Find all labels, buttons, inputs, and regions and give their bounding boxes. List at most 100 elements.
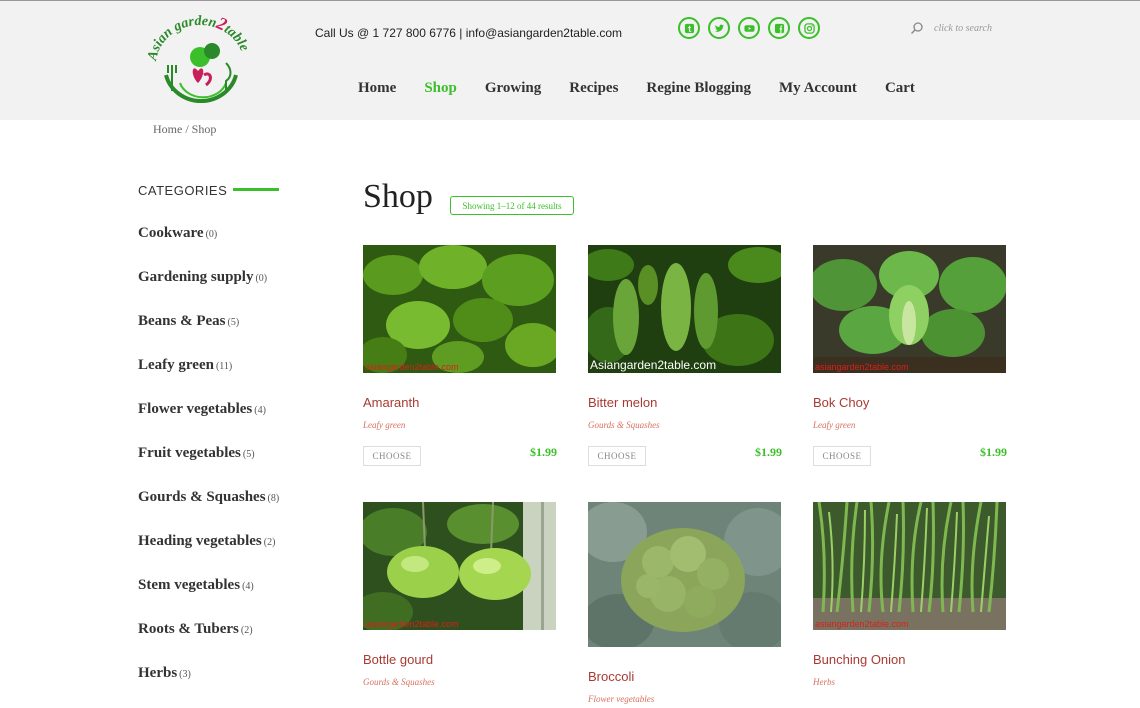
nav-recipes[interactable]: Recipes	[569, 80, 618, 97]
nav-my-account[interactable]: My Account	[779, 80, 857, 97]
category-count: (3)	[179, 669, 191, 680]
amaranth-photo	[363, 245, 556, 373]
search-icon[interactable]	[910, 21, 924, 35]
nav-home[interactable]: Home	[358, 80, 396, 97]
category-item: Heading vegetables (2)	[138, 532, 279, 576]
category-count: (4)	[254, 405, 266, 416]
youtube-button[interactable]	[738, 17, 760, 39]
product-card: Asiangarden2table.com Bitter melon Gourd…	[588, 245, 782, 475]
image-watermark: asiangarden2table.com	[365, 619, 459, 629]
image-watermark: asiangarden2table.com	[815, 362, 909, 372]
choose-button[interactable]: CHOOSE	[363, 446, 421, 466]
bitter-melon-photo	[588, 245, 781, 373]
category-link[interactable]: Stem vegetables	[138, 577, 240, 593]
category-link[interactable]: Herbs	[138, 665, 177, 681]
youtube-icon	[743, 24, 755, 32]
category-link[interactable]: Leafy green	[138, 357, 214, 373]
nav-regine-blogging[interactable]: Regine Blogging	[646, 80, 751, 97]
category-item: Flower vegetables (4)	[138, 400, 279, 444]
site-header: Asian garden2table Call Us @ 1 727 800 6…	[0, 1, 1140, 120]
search-input[interactable]	[934, 22, 1014, 34]
category-count: (2)	[263, 537, 276, 548]
category-link[interactable]: Gardening supply	[138, 269, 253, 285]
breadcrumb: Home / Shop	[153, 122, 216, 137]
facebook-button[interactable]	[768, 17, 790, 39]
bunching-onion-photo	[813, 502, 1006, 630]
nav-growing[interactable]: Growing	[485, 80, 541, 97]
category-list: Cookware (0) Gardening supply (0) Beans & …	[138, 224, 279, 708]
product-category: Flower vegetables	[588, 694, 655, 704]
category-link[interactable]: Heading vegetables	[138, 533, 262, 549]
instagram-icon	[803, 22, 815, 34]
category-count: (5)	[242, 449, 255, 460]
category-item: Leafy green (11)	[138, 356, 279, 400]
result-count: Showing 1–12 of 44 results	[450, 196, 574, 215]
facebook-icon	[774, 23, 784, 33]
nav-shop[interactable]: Shop	[424, 80, 457, 97]
product-image[interactable]: asiangarden2table.com	[363, 245, 556, 373]
product-category: Gourds & Squashes	[363, 677, 435, 687]
product-price: $1.99	[755, 445, 782, 459]
tumblr-button[interactable]	[678, 17, 700, 39]
product-name[interactable]: Bitter melon	[588, 395, 657, 410]
product-name[interactable]: Bottle gourd	[363, 652, 433, 667]
category-link[interactable]: Roots & Tubers	[138, 621, 239, 637]
twitter-button[interactable]	[708, 17, 730, 39]
site-logo[interactable]: Asian garden2table	[140, 12, 256, 109]
product-image[interactable]	[588, 502, 781, 647]
image-watermark: asiangarden2table.com	[365, 362, 459, 372]
social-links	[678, 17, 820, 39]
image-watermark: asiangarden2table.com	[815, 619, 909, 629]
product-card: asiangarden2table.com Bunching Onion Her…	[813, 502, 1007, 702]
category-count: (0)	[205, 229, 218, 240]
category-item: Gourds & Squashes (8)	[138, 488, 279, 532]
nav-cart[interactable]: Cart	[885, 80, 915, 97]
product-card: asiangarden2table.com Bottle gourd Gourd…	[363, 502, 557, 702]
category-item: Roots & Tubers (2)	[138, 620, 279, 664]
product-card: asiangarden2table.com Amaranth Leafy gre…	[363, 245, 557, 475]
category-count: (0)	[255, 273, 268, 284]
product-name[interactable]: Broccoli	[588, 669, 634, 684]
category-count: (5)	[227, 317, 240, 328]
category-link[interactable]: Cookware	[138, 225, 204, 241]
product-image[interactable]: Asiangarden2table.com	[588, 245, 781, 373]
page-title: Shop	[363, 178, 433, 215]
product-category: Leafy green	[813, 420, 856, 430]
logo-icon: Asian garden2table	[145, 12, 252, 104]
bottle-gourd-photo	[363, 502, 556, 630]
logo-line2: table	[221, 22, 251, 54]
twitter-icon	[714, 24, 724, 32]
category-link[interactable]: Gourds & Squashes	[138, 489, 266, 505]
contact-info: Call Us @ 1 727 800 6776 | info@asiangar…	[315, 26, 623, 40]
category-item: Beans & Peas (5)	[138, 312, 279, 356]
category-count: (4)	[242, 581, 254, 592]
product-price: $1.99	[530, 445, 557, 459]
product-image[interactable]: asiangarden2table.com	[813, 502, 1006, 630]
product-category: Leafy green	[363, 420, 406, 430]
breadcrumb-current: Shop	[191, 122, 217, 136]
product-image[interactable]: asiangarden2table.com	[363, 502, 556, 630]
product-card: Broccoli Flower vegetables	[588, 502, 782, 704]
product-image[interactable]: asiangarden2table.com	[813, 245, 1006, 373]
product-category: Herbs	[813, 677, 835, 687]
product-category: Gourds & Squashes	[588, 420, 660, 430]
choose-button[interactable]: CHOOSE	[813, 446, 871, 466]
category-link[interactable]: Fruit vegetables	[138, 445, 241, 461]
category-link[interactable]: Flower vegetables	[138, 401, 252, 417]
sidebar-title-rule	[233, 188, 279, 191]
main-nav: Home Shop Growing Recipes Regine Bloggin…	[358, 80, 943, 97]
category-link[interactable]: Beans & Peas	[138, 313, 226, 329]
choose-button[interactable]: CHOOSE	[588, 446, 646, 466]
product-name[interactable]: Amaranth	[363, 395, 419, 410]
product-name[interactable]: Bunching Onion	[813, 652, 906, 667]
category-count: (11)	[215, 361, 233, 372]
product-price: $1.99	[980, 445, 1007, 459]
sidebar-title: CATEGORIES	[138, 183, 228, 198]
instagram-button[interactable]	[798, 17, 820, 39]
product-card: asiangarden2table.com Bok Choy Leafy gre…	[813, 245, 1007, 475]
image-watermark: Asiangarden2table.com	[590, 358, 717, 372]
product-name[interactable]: Bok Choy	[813, 395, 869, 410]
bok-choy-photo	[813, 245, 1006, 373]
broccoli-photo	[588, 502, 781, 647]
breadcrumb-home[interactable]: Home	[153, 122, 182, 136]
